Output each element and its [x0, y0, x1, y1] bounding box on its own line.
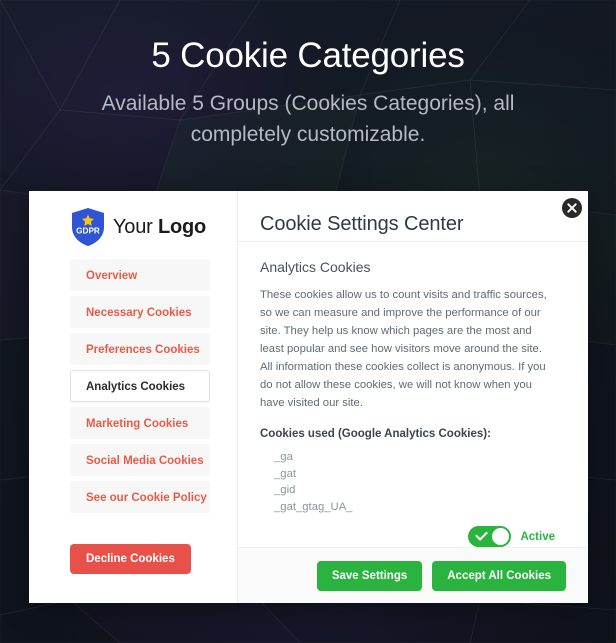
modal-content: Cookie Settings Center Analytics Cookies… — [238, 191, 588, 603]
sidebar-item-analytics-cookies[interactable]: Analytics Cookies — [70, 370, 210, 402]
content-body: Analytics Cookies These cookies allow us… — [238, 242, 588, 517]
section-description: These cookies allow us to count visits a… — [260, 289, 547, 409]
status-badge: Active — [520, 530, 555, 543]
toggle-knob — [492, 528, 510, 545]
brand-name-light: Your — [113, 215, 158, 238]
gdpr-shield-icon: GDPR — [72, 208, 104, 246]
sidebar-nav: Overview Necessary Cookies Preferences C… — [29, 259, 237, 518]
sidebar-item-preferences-cookies[interactable]: Preferences Cookies — [70, 333, 210, 365]
section-title: Analytics Cookies — [260, 259, 371, 275]
sidebar-item-overview[interactable]: Overview — [70, 259, 210, 291]
list-item: _gat_gtag_UA_ — [274, 500, 353, 513]
save-settings-button[interactable]: Save Settings — [316, 560, 423, 591]
decline-cookies-button[interactable]: Decline Cookies — [70, 544, 191, 574]
content-footer: Save Settings Accept All Cookies — [238, 547, 588, 603]
analytics-cookies-toggle[interactable] — [468, 526, 512, 547]
shield-text: GDPR — [76, 227, 100, 236]
cookies-used-label: Cookies used (Google Analytics Cookies): — [260, 428, 491, 440]
check-icon — [475, 528, 489, 541]
close-icon[interactable] — [562, 198, 582, 218]
sidebar-item-necessary-cookies[interactable]: Necessary Cookies — [70, 296, 210, 328]
sidebar-item-marketing-cookies[interactable]: Marketing Cookies — [70, 407, 210, 439]
page-root: 5 Cookie Categories Available 5 Groups (… — [0, 0, 616, 643]
sidebar-item-cookie-policy[interactable]: See our Cookie Policy — [70, 481, 210, 513]
cookie-settings-modal: GDPR Your Logo Overview Necessary Cookie… — [29, 191, 588, 603]
brand: GDPR Your Logo — [29, 191, 237, 247]
brand-name: Your Logo — [113, 216, 206, 239]
hero-subtitle: Available 5 Groups (Cookies Categories),… — [101, 92, 515, 146]
list-item: _ga — [274, 451, 293, 463]
list-item: _gid — [274, 484, 296, 496]
sidebar-item-social-media-cookies[interactable]: Social Media Cookies — [70, 444, 210, 476]
accept-all-cookies-button[interactable]: Accept All Cookies — [432, 560, 566, 591]
modal-sidebar: GDPR Your Logo Overview Necessary Cookie… — [29, 191, 238, 603]
list-item: _gat — [274, 467, 296, 480]
brand-name-bold: Logo — [157, 215, 207, 238]
decline-button-wrap: Decline Cookies — [29, 544, 237, 603]
hero-title: 5 Cookie Categories — [151, 36, 465, 75]
content-header: Cookie Settings Center — [238, 191, 588, 242]
page-title: Cookie Settings Center — [260, 213, 464, 235]
toggle-row: Active — [238, 517, 588, 547]
cookie-name-list: _ga _gat _gid _gat_gtag_UA_ — [260, 449, 555, 515]
